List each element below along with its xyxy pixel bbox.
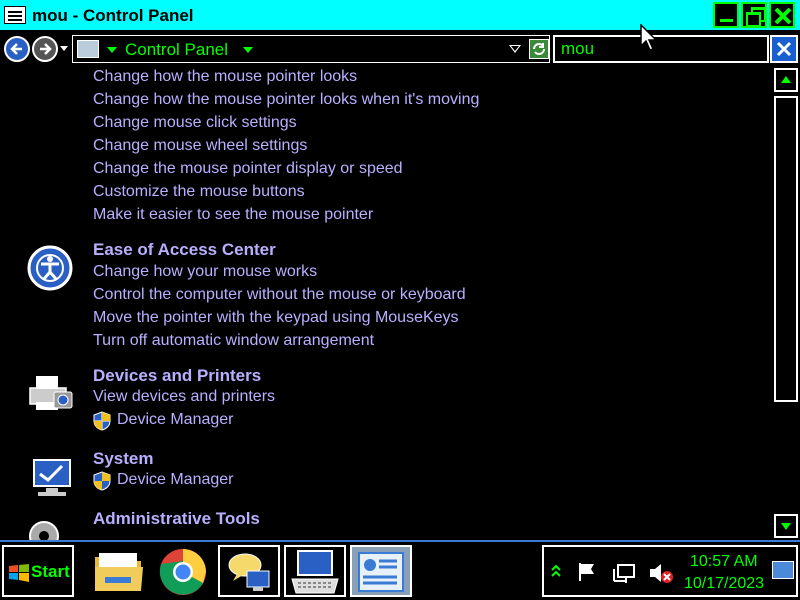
address-bar[interactable]: Control Panel (72, 35, 550, 63)
address-row: Control Panel (0, 32, 800, 66)
system-icon (33, 459, 71, 496)
clock-time[interactable]: 10:57 AM (690, 553, 758, 571)
result-link[interactable]: View devices and printers (93, 388, 275, 406)
result-link[interactable]: Change the mouse pointer display or spee… (93, 160, 403, 178)
windows-logo-icon (9, 564, 29, 582)
address-dropdown[interactable] (509, 45, 521, 53)
show-desktop-button[interactable] (772, 561, 794, 579)
volume-muted-icon[interactable] (648, 561, 674, 585)
scroll-up-button[interactable] (774, 68, 798, 92)
taskbar-file-explorer[interactable] (88, 545, 150, 597)
administrative-tools-heading[interactable]: Administrative Tools (93, 509, 260, 529)
forward-arrow-icon (40, 43, 52, 55)
administrative-tools-icon (29, 521, 59, 540)
close-icon (774, 7, 792, 25)
result-link[interactable]: Change mouse click settings (93, 114, 297, 132)
result-link[interactable]: Change how the mouse pointer looks (93, 68, 357, 86)
start-button[interactable]: Start (2, 545, 74, 597)
scroll-down-button[interactable] (774, 514, 798, 538)
chevron-down-icon[interactable] (243, 47, 253, 53)
result-link[interactable]: Device Manager (117, 411, 234, 429)
title-bar: mou - Control Panel (0, 0, 800, 32)
result-link[interactable]: Control the computer without the mouse o… (93, 286, 466, 304)
chrome-icon (159, 548, 206, 595)
uac-shield-icon (93, 471, 111, 491)
taskbar-communication-app[interactable] (218, 545, 280, 597)
start-label: Start (31, 562, 70, 581)
restore-button[interactable] (741, 2, 767, 28)
close-button[interactable] (769, 2, 795, 28)
ease-of-access-heading[interactable]: Ease of Access Center (93, 240, 276, 260)
system-tray: 10:57 AM 10/17/2023 (542, 545, 798, 597)
result-link[interactable]: Change how your mouse works (93, 263, 317, 281)
taskbar-keyboard-settings[interactable] (284, 545, 346, 597)
folder-icon (95, 553, 143, 591)
show-hidden-icons-icon[interactable] (550, 561, 562, 581)
address-path[interactable]: Control Panel (125, 40, 228, 60)
chevron-down-icon[interactable] (107, 47, 117, 53)
close-icon (776, 41, 792, 57)
refresh-icon (533, 43, 545, 55)
control-panel-icon (358, 552, 404, 592)
result-link[interactable]: Make it easier to see the mouse pointer (93, 206, 373, 224)
devices-printers-heading[interactable]: Devices and Printers (93, 366, 261, 386)
result-link[interactable]: Change how the mouse pointer looks when … (93, 91, 479, 109)
forward-button[interactable] (32, 36, 58, 62)
result-link[interactable]: Change mouse wheel settings (93, 137, 307, 155)
ease-of-access-icon (27, 245, 73, 291)
result-link[interactable]: Move the pointer with the keypad using M… (93, 309, 459, 327)
back-button[interactable] (4, 36, 30, 62)
taskbar: Start 10:57 AM 10/17/2023 (0, 540, 800, 600)
vertical-scrollbar[interactable] (772, 66, 800, 540)
window-title: mou - Control Panel (32, 6, 194, 25)
system-heading[interactable]: System (93, 449, 153, 469)
taskbar-control-panel[interactable] (350, 545, 412, 597)
uac-shield-icon (93, 411, 111, 431)
mouse-cursor-icon (640, 24, 658, 51)
minimize-button[interactable] (713, 2, 739, 28)
result-link[interactable]: Customize the mouse buttons (93, 183, 305, 201)
printer-icon (29, 376, 73, 410)
recent-pages-dropdown[interactable] (60, 46, 68, 51)
taskbar-chrome[interactable] (152, 545, 214, 597)
search-results: Change how the mouse pointer looks Chang… (0, 66, 772, 540)
action-center-flag-icon[interactable] (576, 561, 598, 583)
search-input[interactable] (553, 35, 769, 63)
control-panel-icon (77, 40, 99, 58)
scrollbar-thumb[interactable] (774, 96, 798, 402)
clear-search-button[interactable] (770, 35, 798, 63)
result-link[interactable]: Device Manager (117, 471, 234, 489)
back-arrow-icon (10, 43, 22, 55)
speech-bubble-icon (228, 553, 270, 591)
network-icon[interactable] (612, 561, 636, 585)
refresh-button[interactable] (529, 39, 549, 59)
result-link[interactable]: Turn off automatic window arrangement (93, 332, 374, 350)
keyboard-icon (291, 550, 339, 594)
clock-date[interactable]: 10/17/2023 (684, 575, 764, 593)
control-panel-icon (4, 6, 26, 24)
